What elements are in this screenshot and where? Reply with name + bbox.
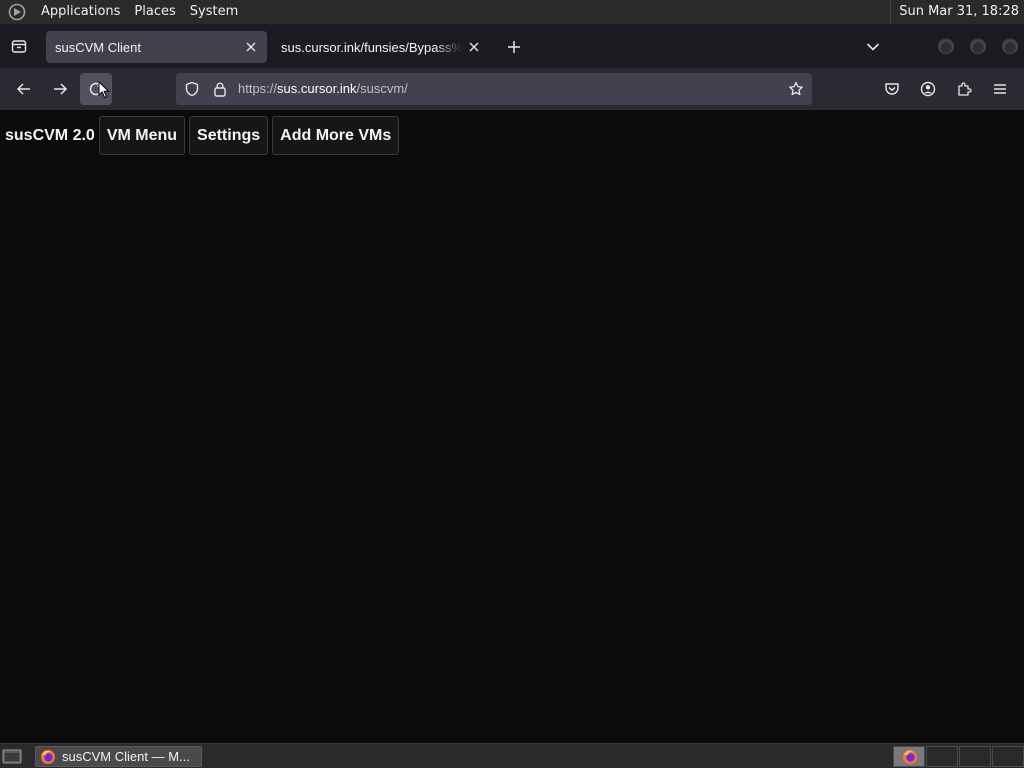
- firefox-icon: [903, 750, 917, 764]
- reload-button[interactable]: [80, 73, 112, 105]
- shield-icon[interactable]: [184, 81, 200, 101]
- places-menu[interactable]: Places: [127, 0, 182, 24]
- clock[interactable]: Sun Mar 31, 18:28: [890, 0, 1019, 24]
- app-toolbar: susCVM 2.0 VM Menu Settings Add More VMs: [0, 116, 403, 155]
- distro-logo-icon[interactable]: [6, 1, 28, 23]
- top-panel: Applications Places System Sun Mar 31, 1…: [0, 0, 1024, 24]
- applications-menu[interactable]: Applications: [34, 0, 127, 24]
- workspace-1[interactable]: [893, 746, 925, 767]
- add-more-vms-button[interactable]: Add More VMs: [272, 116, 400, 155]
- taskbar-window-label: susCVM Client — M...: [62, 749, 190, 764]
- close-icon[interactable]: [463, 36, 485, 58]
- account-icon[interactable]: [912, 73, 944, 105]
- tab-suscvm-client[interactable]: susCVM Client: [46, 31, 267, 63]
- show-desktop-icon[interactable]: [2, 747, 22, 765]
- forward-button[interactable]: [44, 73, 76, 105]
- mouse-cursor-icon: [98, 81, 110, 99]
- url-path: /suscvm/: [356, 81, 408, 96]
- taskbar-window-button[interactable]: susCVM Client — M...: [35, 746, 202, 767]
- workspace-4[interactable]: [992, 746, 1024, 767]
- close-icon[interactable]: [240, 36, 262, 58]
- workspace-2[interactable]: [926, 746, 958, 767]
- nav-bar: https://sus.cursor.ink/suscvm/: [0, 68, 1024, 110]
- minimize-button[interactable]: [938, 38, 954, 54]
- app-title: susCVM 2.0: [5, 126, 95, 144]
- firefox-view-icon[interactable]: [8, 35, 30, 57]
- tab-bar: susCVM Client sus.cursor.ink/funsies/Byp…: [0, 24, 1024, 68]
- new-tab-icon[interactable]: [503, 36, 525, 58]
- workspace-3[interactable]: [959, 746, 991, 767]
- hamburger-menu-icon[interactable]: [984, 73, 1016, 105]
- page-content: susCVM 2.0 VM Menu Settings Add More VMs: [0, 110, 1024, 743]
- url-scheme: https://: [238, 81, 278, 96]
- address-bar[interactable]: https://sus.cursor.ink/suscvm/: [176, 73, 812, 105]
- extensions-icon[interactable]: [948, 73, 980, 105]
- chevron-down-icon[interactable]: [862, 36, 884, 58]
- bookmark-star-icon[interactable]: [788, 81, 804, 101]
- firefox-icon: [40, 749, 56, 765]
- maximize-button[interactable]: [970, 38, 986, 54]
- pocket-icon[interactable]: [876, 73, 908, 105]
- settings-button[interactable]: Settings: [189, 116, 269, 155]
- tab-bypass[interactable]: sus.cursor.ink/funsies/Bypass%: [272, 31, 490, 63]
- bottom-panel: susCVM Client — M...: [0, 743, 1024, 768]
- vm-menu-button[interactable]: VM Menu: [98, 116, 186, 155]
- url-text[interactable]: https://sus.cursor.ink/suscvm/: [238, 73, 408, 105]
- system-menu[interactable]: System: [183, 0, 245, 24]
- url-host: sus.cursor.ink: [277, 81, 357, 96]
- close-window-button[interactable]: [1002, 38, 1018, 54]
- tab-title: sus.cursor.ink/funsies/Bypass%: [281, 39, 463, 55]
- lock-icon[interactable]: [212, 81, 228, 101]
- tab-title: susCVM Client: [55, 39, 141, 55]
- back-button[interactable]: [8, 73, 40, 105]
